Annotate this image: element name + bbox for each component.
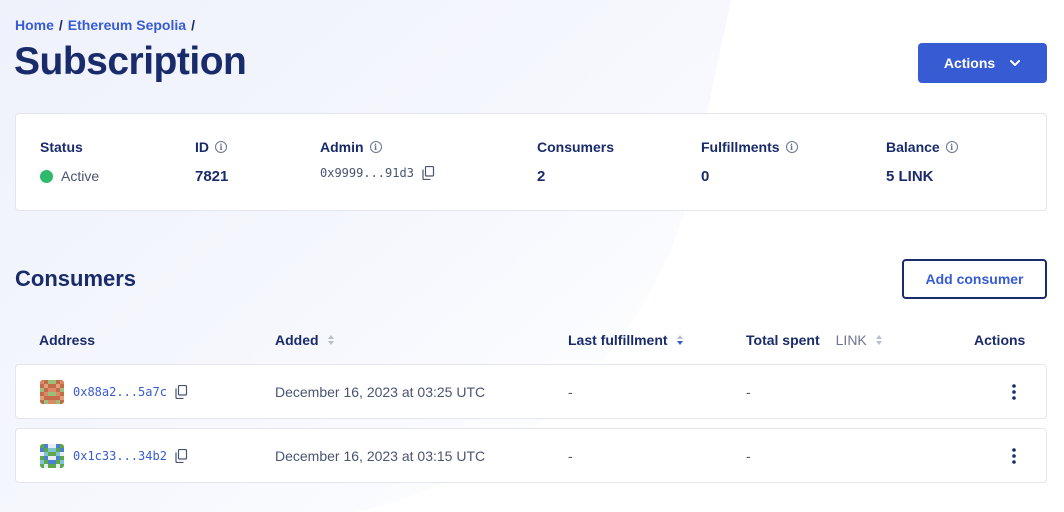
admin-label: Admin — [320, 139, 364, 155]
actions-dropdown-button[interactable]: Actions — [918, 43, 1047, 83]
copy-icon[interactable] — [175, 448, 188, 463]
info-icon[interactable]: i — [215, 141, 227, 153]
identicon-avatar — [40, 443, 64, 468]
admin-address: 0x9999...91d3 — [320, 166, 414, 180]
info-icon[interactable]: i — [785, 141, 798, 153]
last-fulfillment-cell: - — [568, 447, 573, 464]
column-header-address: Address — [39, 332, 95, 348]
breadcrumb-network-link[interactable]: Ethereum Sepolia — [68, 17, 186, 33]
status-label: Status — [40, 139, 83, 155]
status-dot-icon — [40, 169, 53, 183]
address-cell: 0x1c33...34b2 — [40, 429, 188, 482]
total-spent-cell: - — [746, 447, 751, 464]
consumers-value: 2 — [537, 167, 546, 185]
breadcrumb-separator: / — [58, 17, 63, 33]
id-label: ID — [195, 139, 209, 155]
balance-value: 5 LINK — [886, 167, 934, 185]
column-header-actions: Actions — [974, 332, 1025, 348]
status-field: Status Active — [40, 139, 99, 185]
column-header-label: Address — [39, 332, 96, 348]
consumers-label: Consumers — [537, 139, 615, 155]
row-actions-cell — [1012, 429, 1016, 482]
table-row: 0x1c33...34b2 December 16, 2023 at 03:15… — [15, 428, 1047, 483]
chevron-down-icon — [1010, 60, 1021, 66]
kebab-menu-icon[interactable] — [1012, 383, 1016, 400]
breadcrumb-separator: / — [191, 17, 195, 33]
column-header-added[interactable]: Added — [275, 332, 335, 348]
total-spent-cell: - — [746, 383, 751, 400]
kebab-menu-icon[interactable] — [1012, 447, 1016, 464]
status-value: Active — [61, 168, 100, 184]
column-header-last-fulfillment[interactable]: Last fulfillment — [568, 332, 684, 348]
balance-field: Balance i 5 LINK — [886, 139, 958, 185]
fulfillments-label: Fulfillments — [701, 139, 780, 155]
column-header-label: Added — [275, 332, 319, 348]
consumers-heading: Consumers — [15, 266, 137, 291]
admin-field: Admin i 0x9999...91d3 — [320, 139, 435, 182]
added-cell: December 16, 2023 at 03:25 UTC — [275, 383, 486, 400]
copy-icon[interactable] — [422, 166, 435, 180]
address-cell: 0x88a2...5a7c — [40, 365, 188, 418]
last-fulfillment-cell: - — [568, 383, 573, 400]
column-header-total-spent[interactable]: Total spent LINK — [746, 332, 883, 348]
column-header-label: Last fulfillment — [568, 332, 668, 348]
sort-icon[interactable] — [327, 334, 335, 346]
id-value: 7821 — [195, 167, 229, 185]
breadcrumb: Home / Ethereum Sepolia / — [15, 17, 195, 33]
subscription-page: Home / Ethereum Sepolia / Subscription A… — [0, 0, 1064, 512]
sort-desc-icon[interactable] — [676, 334, 684, 346]
column-header-label: Total spent — [746, 332, 820, 348]
actions-button-label: Actions — [943, 55, 996, 71]
consumer-address-link[interactable]: 0x1c33...34b2 — [73, 449, 167, 463]
column-header-unit: LINK — [835, 332, 867, 348]
identicon-avatar — [40, 379, 64, 404]
added-cell: December 16, 2023 at 03:15 UTC — [275, 447, 486, 464]
page-title: Subscription — [14, 40, 247, 83]
sort-icon[interactable] — [875, 334, 883, 346]
table-row: 0x88a2...5a7c December 16, 2023 at 03:25… — [15, 364, 1047, 419]
info-icon[interactable]: i — [369, 141, 382, 153]
breadcrumb-home-link[interactable]: Home — [15, 17, 54, 33]
row-actions-cell — [1012, 365, 1016, 418]
subscription-info-card: Status Active ID i 7821 Admin i 0x9999..… — [15, 113, 1047, 211]
copy-icon[interactable] — [175, 384, 188, 399]
consumers-field: Consumers 2 — [537, 139, 614, 185]
column-header-label: Actions — [974, 332, 1026, 348]
consumer-address-link[interactable]: 0x88a2...5a7c — [73, 385, 167, 399]
id-field: ID i 7821 — [195, 139, 228, 185]
fulfillments-field: Fulfillments i 0 — [701, 139, 798, 185]
fulfillments-value: 0 — [701, 167, 710, 185]
add-consumer-button[interactable]: Add consumer — [902, 259, 1047, 299]
balance-label: Balance — [886, 139, 940, 155]
info-icon[interactable]: i — [945, 141, 958, 153]
